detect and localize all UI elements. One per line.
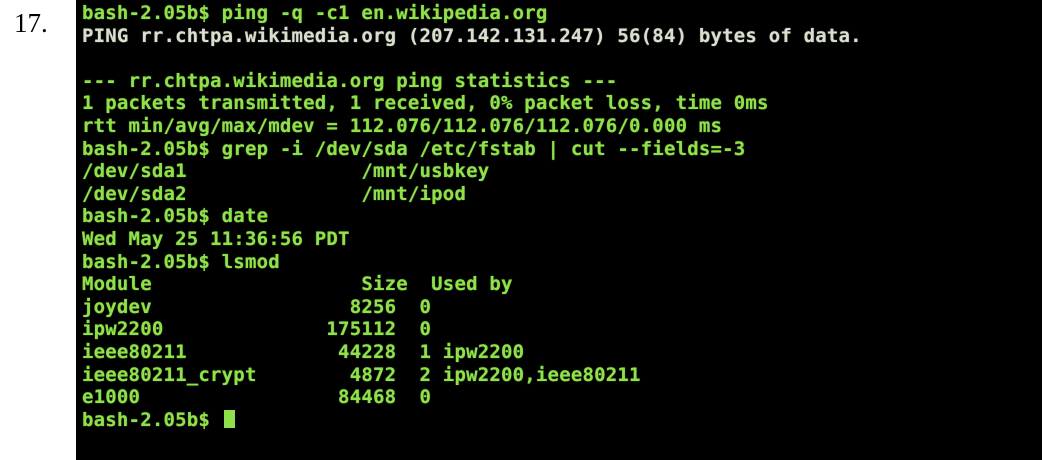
terminal-line: ieee80211_crypt 4872 2 ipw2200,ieee80211 [82,363,641,386]
terminal-output: bash-2.05b$ ping -q -c1 en.wikipedia.org… [82,2,1042,409]
item-number: 17. [14,8,48,38]
terminal-line: bash-2.05b$ grep -i /dev/sda /etc/fstab … [82,137,746,160]
terminal-line: joydev 8256 0 [82,295,432,318]
terminal-line: e1000 84468 0 [82,386,432,409]
figure: 17. bash-2.05b$ ping -q -c1 en.wikipedia… [0,0,1042,460]
terminal-line: bash-2.05b$ date [82,205,269,228]
terminal-line: Wed May 25 11:36:56 PDT [82,227,350,250]
terminal-line: 1 packets transmitted, 1 received, 0% pa… [82,92,769,115]
terminal-line: PING rr.chtpa.wikimedia.org (207.142.131… [82,24,862,47]
terminal-window[interactable]: bash-2.05b$ ping -q -c1 en.wikipedia.org… [76,0,1042,460]
terminal-line: ipw2200 175112 0 [82,318,432,341]
terminal-line: --- rr.chtpa.wikimedia.org ping statisti… [82,69,618,92]
terminal-line: rtt min/avg/max/mdev = 112.076/112.076/1… [82,114,723,137]
terminal-line: /dev/sda2 /mnt/ipod [82,182,467,205]
terminal-line: Module Size Used by [82,273,513,296]
terminal-line: ieee80211 44228 1 ipw2200 [82,340,525,363]
cursor-block-icon [223,409,235,428]
terminal-line: bash-2.05b$ lsmod [82,250,280,273]
terminal-line: bash-2.05b$ ping -q -c1 en.wikipedia.org [82,2,548,24]
terminal-line: /dev/sda1 /mnt/usbkey [82,160,490,183]
command-prompt-line[interactable]: bash-2.05b$ [82,409,1042,432]
prompt-text: bash-2.05b$ [82,408,222,431]
